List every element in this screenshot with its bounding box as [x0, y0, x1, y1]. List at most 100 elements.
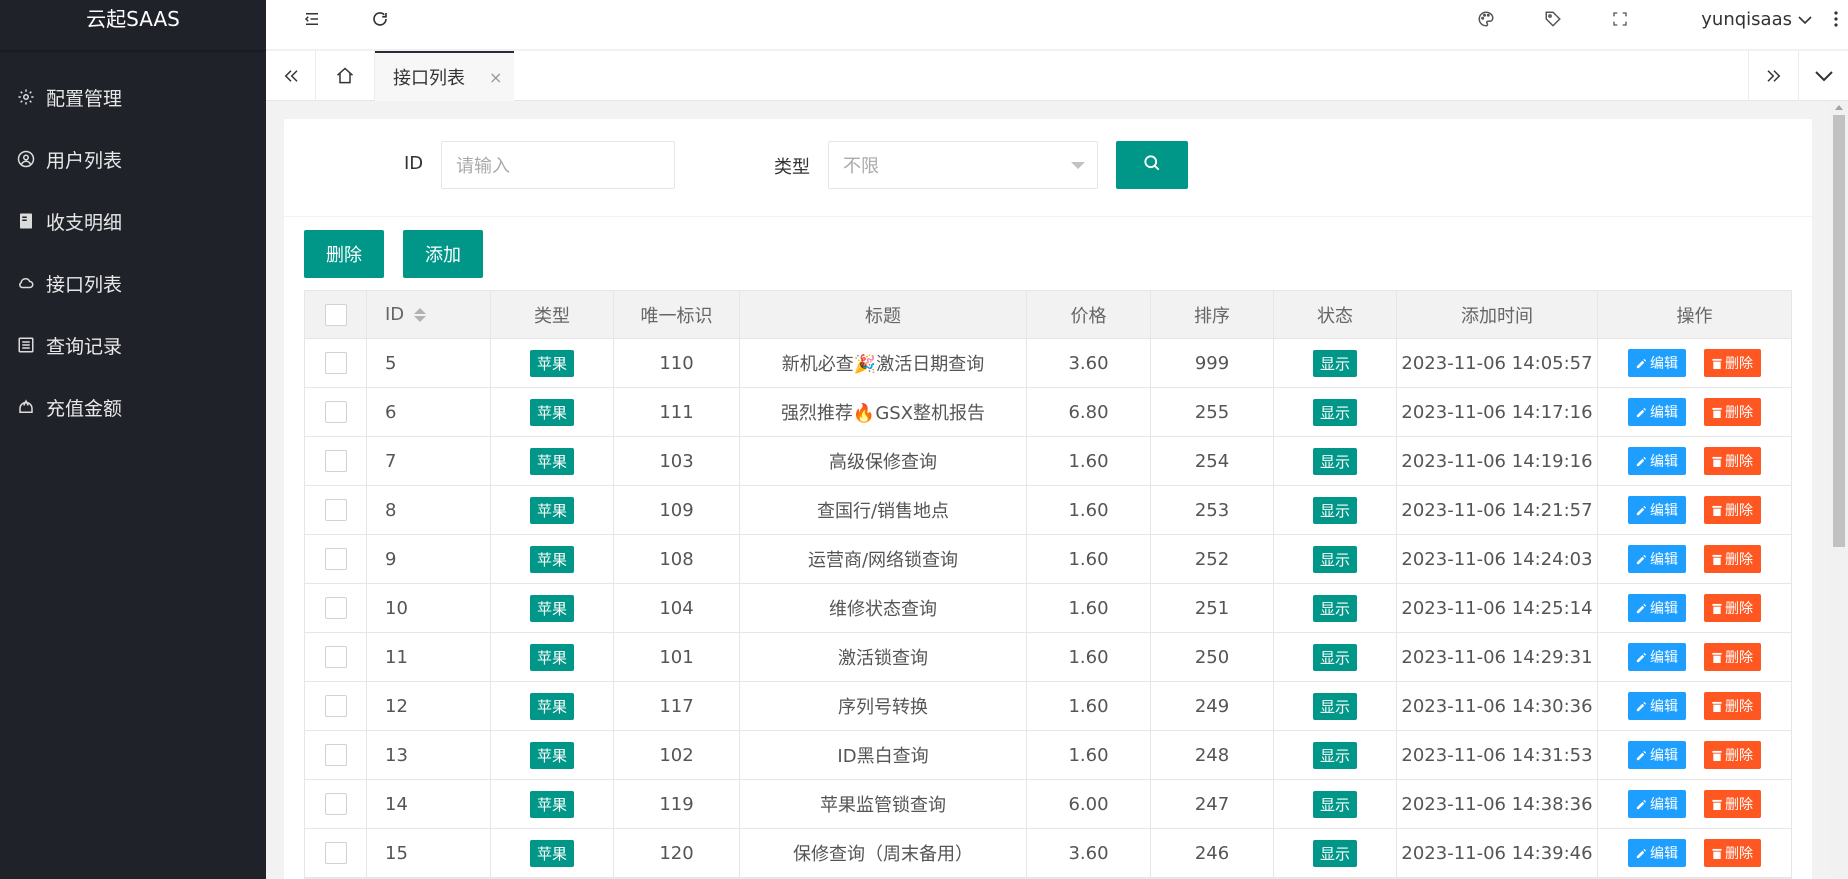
- row-checkbox[interactable]: [324, 548, 347, 570]
- menu-collapse-icon[interactable]: [292, 0, 332, 38]
- delete-button[interactable]: 删除: [1704, 741, 1761, 769]
- cell-status: 显示: [1274, 437, 1397, 485]
- trash-icon: [1712, 554, 1722, 565]
- delete-button[interactable]: 删除: [1704, 594, 1761, 622]
- theme-palette-icon[interactable]: [1466, 0, 1506, 38]
- row-checkbox[interactable]: [324, 695, 347, 717]
- more-vertical-icon[interactable]: [1824, 0, 1848, 38]
- wallet-icon: [16, 397, 36, 417]
- cell-title: 运营商/网络锁查询: [740, 535, 1027, 583]
- scroll-up-arrow-icon[interactable]: [1835, 105, 1843, 110]
- pencil-icon: [1636, 358, 1647, 368]
- fullscreen-icon[interactable]: [1600, 0, 1640, 38]
- select-all-checkbox[interactable]: [324, 303, 347, 326]
- row-checkbox[interactable]: [324, 499, 347, 521]
- cell-status: 显示: [1274, 584, 1397, 632]
- tab-label: 接口列表: [393, 68, 465, 89]
- sidebar-item-recharge[interactable]: 充值金额: [0, 376, 266, 438]
- delete-button[interactable]: 删除: [1704, 349, 1761, 377]
- cell-time: 2023-11-06 14:05:57: [1397, 339, 1598, 387]
- edit-button[interactable]: 编辑: [1628, 349, 1686, 377]
- delete-button[interactable]: 删除: [1704, 496, 1761, 524]
- row-checkbox[interactable]: [324, 646, 347, 668]
- sidebar-item-records[interactable]: 查询记录: [0, 314, 266, 376]
- row-checkbox[interactable]: [324, 793, 347, 815]
- cell-uid: 103: [614, 437, 740, 485]
- cell-title: 维修状态查询: [740, 584, 1027, 632]
- delete-button[interactable]: 删除: [1704, 545, 1761, 573]
- tag-icon[interactable]: [1533, 0, 1573, 38]
- delete-button-label: 删除: [1725, 552, 1753, 568]
- pencil-icon: [1636, 407, 1647, 417]
- cell-uid: 120: [614, 829, 740, 877]
- delete-button[interactable]: 删除: [1704, 643, 1761, 671]
- sort-icon[interactable]: [414, 307, 427, 322]
- sidebar-item-ledger[interactable]: 收支明细: [0, 190, 266, 252]
- cell-sort: 254: [1151, 437, 1274, 485]
- cell-uid: 117: [614, 682, 740, 730]
- edit-button-label: 编辑: [1650, 454, 1678, 470]
- row-checkbox[interactable]: [324, 352, 347, 374]
- delete-button[interactable]: 删除: [1704, 839, 1761, 867]
- delete-button[interactable]: 删除: [1704, 692, 1761, 720]
- tabs-scroll-right-icon[interactable]: [1748, 51, 1798, 101]
- cell-status: 显示: [1274, 633, 1397, 681]
- batch-delete-button[interactable]: 删除: [304, 230, 384, 278]
- sidebar-item-apis[interactable]: 接口列表: [0, 252, 266, 314]
- table-row: 12 苹果 117 序列号转换 1.60 249 显示 2023-11-06 14:30:36…: [305, 682, 1791, 731]
- cell-time: 2023-11-06 14:17:16: [1397, 388, 1598, 436]
- edit-button[interactable]: 编辑: [1628, 741, 1686, 769]
- edit-button[interactable]: 编辑: [1628, 545, 1686, 573]
- cell-price: 1.60: [1027, 633, 1151, 681]
- edit-button[interactable]: 编辑: [1628, 447, 1686, 475]
- app-logo: 云起SAAS: [0, 0, 266, 50]
- column-header-id[interactable]: ID: [367, 291, 491, 338]
- id-input[interactable]: 请输入: [441, 141, 675, 189]
- cell-sort: 251: [1151, 584, 1274, 632]
- row-checkbox-cell: [305, 535, 367, 583]
- cell-time: 2023-11-06 14:38:36: [1397, 780, 1598, 828]
- sidebar-menu: 配置管理 用户列表 收支明细 接口列表 查询记录 充值金额: [0, 50, 266, 438]
- add-button[interactable]: 添加: [403, 230, 483, 278]
- close-icon[interactable]: ×: [489, 68, 502, 87]
- edit-button[interactable]: 编辑: [1628, 643, 1686, 671]
- row-checkbox[interactable]: [324, 401, 347, 423]
- column-header-label: ID: [385, 304, 405, 325]
- delete-button[interactable]: 删除: [1704, 398, 1761, 426]
- row-checkbox-cell: [305, 780, 367, 828]
- row-checkbox-cell: [305, 388, 367, 436]
- refresh-icon[interactable]: [360, 0, 400, 38]
- tabs-scroll-left-icon[interactable]: [266, 51, 316, 101]
- edit-button[interactable]: 编辑: [1628, 594, 1686, 622]
- sidebar-item-config[interactable]: 配置管理: [0, 66, 266, 128]
- edit-button[interactable]: 编辑: [1628, 398, 1686, 426]
- row-checkbox[interactable]: [324, 744, 347, 766]
- column-header-actions: 操作: [1676, 305, 1713, 327]
- tab-api-list[interactable]: 接口列表 ×: [375, 51, 514, 101]
- row-checkbox[interactable]: [324, 450, 347, 472]
- cell-status: 显示: [1274, 682, 1397, 730]
- delete-button-label: 删除: [1725, 846, 1753, 862]
- row-checkbox[interactable]: [324, 842, 347, 864]
- edit-button[interactable]: 编辑: [1628, 496, 1686, 524]
- scrollbar-thumb[interactable]: [1833, 115, 1845, 547]
- sidebar-item-users[interactable]: 用户列表: [0, 128, 266, 190]
- page-scrollbar[interactable]: [1830, 101, 1848, 879]
- edit-button[interactable]: 编辑: [1628, 839, 1686, 867]
- delete-button[interactable]: 删除: [1704, 790, 1761, 818]
- edit-button[interactable]: 编辑: [1628, 692, 1686, 720]
- delete-button-label: 删除: [1725, 748, 1753, 764]
- user-menu[interactable]: yunqisaas: [1701, 0, 1812, 38]
- edit-button[interactable]: 编辑: [1628, 790, 1686, 818]
- search-button[interactable]: [1116, 141, 1188, 189]
- delete-button[interactable]: 删除: [1704, 447, 1761, 475]
- chevron-down-icon: [1071, 162, 1085, 169]
- tabs-dropdown-icon[interactable]: [1798, 51, 1848, 101]
- row-checkbox[interactable]: [324, 597, 347, 619]
- home-icon[interactable]: [316, 51, 375, 101]
- cell-status: 显示: [1274, 535, 1397, 583]
- pencil-icon: [1636, 701, 1647, 711]
- type-badge: 苹果: [529, 692, 574, 720]
- cell-type: 苹果: [491, 780, 614, 828]
- type-select[interactable]: 不限: [828, 141, 1098, 189]
